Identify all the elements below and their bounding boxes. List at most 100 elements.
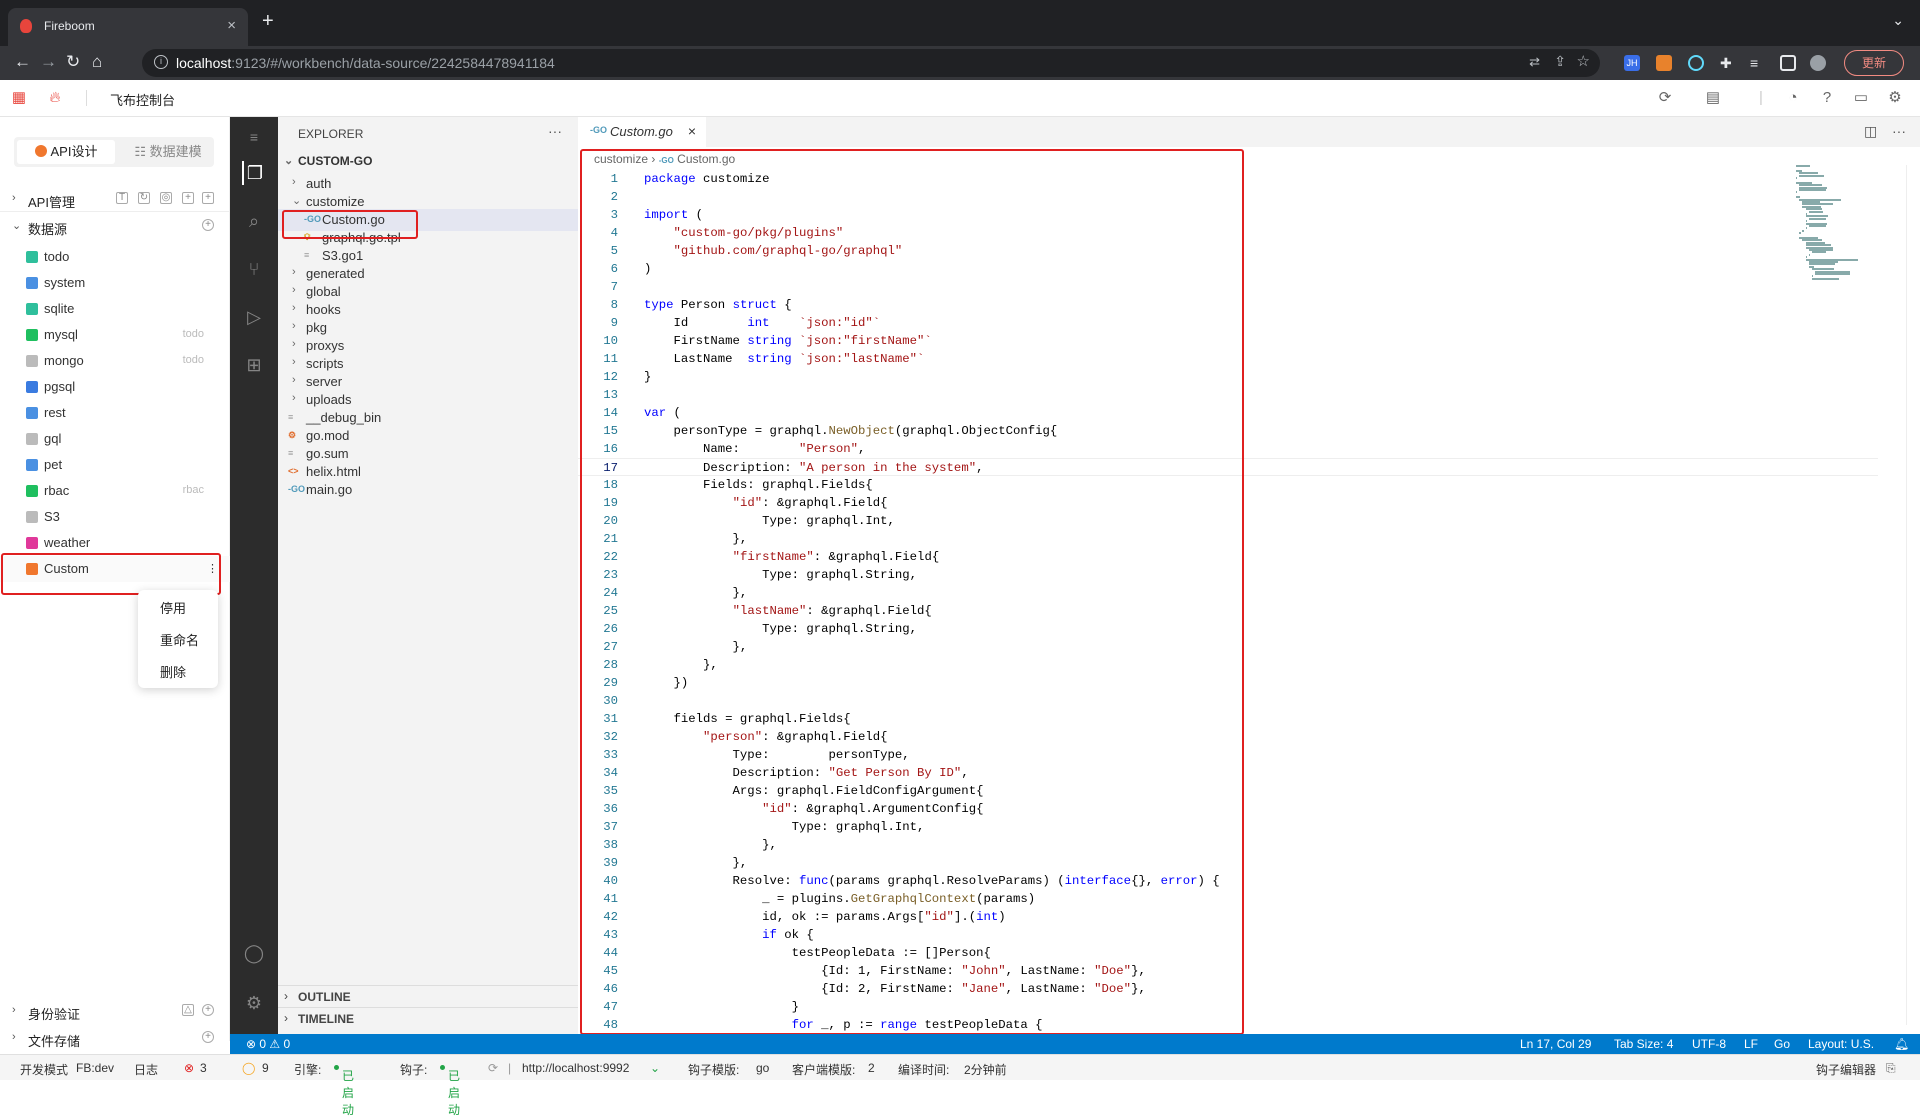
- ext-jh-icon[interactable]: JH: [1624, 55, 1640, 71]
- outline-section[interactable]: › OUTLINE: [278, 985, 578, 1007]
- filter-icon[interactable]: T: [116, 192, 128, 204]
- reading-list-icon[interactable]: ≡: [1750, 55, 1766, 71]
- hook-template-value[interactable]: go: [756, 1061, 769, 1075]
- section-datasource[interactable]: ⌄ 数据源 +: [0, 216, 230, 238]
- upload-icon[interactable]: △: [182, 1004, 194, 1016]
- settings-gear-icon[interactable]: ⚙: [1886, 89, 1904, 107]
- extensions-puzzle-icon[interactable]: ✚: [1720, 55, 1736, 71]
- side-panel-icon[interactable]: [1780, 55, 1796, 71]
- browser-tab[interactable]: Fireboom ×: [8, 8, 248, 46]
- back-icon[interactable]: ←: [14, 52, 31, 72]
- menu-item-delete[interactable]: 删除: [160, 662, 186, 681]
- error-count[interactable]: 3: [200, 1061, 207, 1075]
- refresh-icon[interactable]: ⟳: [1656, 89, 1674, 107]
- datasource-item-pet[interactable]: pet: [0, 452, 230, 478]
- file-main-go[interactable]: -GO main.go: [278, 479, 578, 501]
- extensions-icon[interactable]: ⊞: [242, 353, 266, 377]
- close-tab-icon[interactable]: ×: [227, 17, 236, 34]
- hook-editor-button[interactable]: 钩子编辑器: [1816, 1061, 1876, 1078]
- client-template-value[interactable]: 2: [868, 1061, 875, 1075]
- cursor-position[interactable]: Ln 17, Col 29: [1520, 1037, 1591, 1051]
- accounts-icon[interactable]: ◯: [242, 941, 266, 965]
- new-folder-icon[interactable]: +: [182, 192, 194, 204]
- manage-gear-icon[interactable]: ⚙: [242, 991, 266, 1015]
- add-storage-icon[interactable]: +: [202, 1031, 214, 1043]
- datasource-item-rbac[interactable]: rbac rbac: [0, 478, 230, 504]
- datasource-item-system[interactable]: system: [0, 270, 230, 296]
- encoding[interactable]: UTF-8: [1692, 1037, 1726, 1051]
- timeline-section[interactable]: › TIMELINE: [278, 1007, 578, 1029]
- menu-icon[interactable]: ≡: [242, 125, 266, 149]
- notifications-bell-icon[interactable]: 🔔︎: [1894, 1037, 1909, 1051]
- datasource-item-todo[interactable]: todo: [0, 244, 230, 270]
- hook-editor-icon[interactable]: ⎘: [1886, 1061, 1896, 1076]
- end-of-line[interactable]: LF: [1744, 1037, 1758, 1051]
- txt-file-icon: ≡: [288, 412, 294, 422]
- feedback-icon[interactable]: ▭: [1852, 89, 1870, 107]
- hook-url-dropdown-icon[interactable]: ⌄: [650, 1061, 660, 1075]
- add-auth-icon[interactable]: +: [202, 1004, 214, 1016]
- log-button[interactable]: 日志: [134, 1061, 158, 1078]
- share-icon[interactable]: ⇪: [1554, 53, 1566, 70]
- tab-size[interactable]: Tab Size: 4: [1614, 1037, 1673, 1051]
- github-icon[interactable]: ◔: [1784, 89, 1802, 107]
- datasource-item-mysql[interactable]: mysql todo: [0, 322, 230, 348]
- update-button[interactable]: 更新: [1844, 50, 1904, 76]
- search-icon[interactable]: ⌕: [242, 209, 266, 233]
- datasource-item-sqlite[interactable]: sqlite: [0, 296, 230, 322]
- reload-icon[interactable]: ↻: [66, 52, 80, 72]
- view-icon[interactable]: ◎: [160, 192, 172, 204]
- bookmark-star-icon[interactable]: ☆: [1577, 52, 1590, 70]
- menu-item-disable[interactable]: 停用: [160, 598, 186, 617]
- hook-refresh-icon[interactable]: ⟳: [488, 1061, 498, 1075]
- editor-scrollbar[interactable]: [1906, 165, 1916, 1025]
- tab-data-modeling[interactable]: ☷ 数据建模: [124, 140, 212, 164]
- language-mode[interactable]: Go: [1774, 1037, 1790, 1051]
- ext-react-icon[interactable]: [1688, 55, 1704, 71]
- editor-more-icon[interactable]: ···: [1892, 123, 1906, 139]
- problems-count[interactable]: ⊗ 0 ⚠ 0: [246, 1037, 290, 1051]
- hook-url[interactable]: http://localhost:9992: [522, 1061, 629, 1075]
- minimap[interactable]: [1796, 165, 1906, 285]
- editor-tab-custom-go[interactable]: -GO Custom.go ×: [578, 117, 706, 147]
- add-api-icon[interactable]: +: [202, 192, 214, 204]
- fireboom-favicon-icon: [20, 19, 32, 33]
- ext-metamask-icon[interactable]: [1656, 55, 1672, 71]
- home-icon[interactable]: ⌂: [92, 52, 102, 72]
- address-bar[interactable]: i localhost:9123/#/workbench/data-source…: [142, 49, 1600, 77]
- chevron-down-icon[interactable]: ⌄: [1892, 12, 1904, 29]
- apps-grid-icon[interactable]: ▦: [10, 89, 28, 107]
- run-debug-icon[interactable]: ▷: [242, 305, 266, 329]
- section-storage[interactable]: › 文件存储 +: [0, 1028, 230, 1050]
- explorer-files-icon[interactable]: ❐: [242, 161, 266, 185]
- warning-count[interactable]: 9: [262, 1061, 269, 1075]
- datasource-item-gql[interactable]: gql: [0, 426, 230, 452]
- more-actions-icon[interactable]: ···: [548, 123, 562, 139]
- refresh-small-icon[interactable]: ↻: [138, 192, 150, 204]
- datasource-item-mongo[interactable]: mongo todo: [0, 348, 230, 374]
- profile-avatar[interactable]: [1810, 55, 1826, 71]
- source-control-icon[interactable]: ⑂: [242, 257, 266, 281]
- datasource-item-pgsql[interactable]: pgsql: [0, 374, 230, 400]
- workspace-root[interactable]: ⌄ CUSTOM-GO: [278, 151, 578, 173]
- logs-icon[interactable]: ▤: [1704, 89, 1722, 107]
- txt-file-icon: ≡: [304, 250, 310, 260]
- keyboard-layout[interactable]: Layout: U.S.: [1808, 1037, 1874, 1051]
- tab-api-design[interactable]: API设计: [17, 140, 115, 164]
- datasource-item-rest[interactable]: rest: [0, 400, 230, 426]
- close-icon[interactable]: ×: [688, 123, 696, 139]
- split-editor-icon[interactable]: ◫: [1864, 123, 1877, 140]
- datasource-item-s3[interactable]: S3: [0, 504, 230, 530]
- site-info-icon[interactable]: i: [154, 55, 168, 69]
- translate-icon[interactable]: ⇄: [1529, 54, 1540, 70]
- help-icon[interactable]: ?: [1818, 89, 1836, 107]
- new-tab-button[interactable]: +: [262, 10, 274, 33]
- minimap-line: [1812, 251, 1827, 254]
- chevron-right-icon: ›: [292, 266, 296, 278]
- menu-item-rename[interactable]: 重命名: [160, 630, 199, 649]
- section-api-management[interactable]: › API管理 T ↻ ◎ + +: [0, 189, 230, 211]
- section-auth[interactable]: › 身份验证 △ +: [0, 1001, 230, 1023]
- add-datasource-icon[interactable]: +: [202, 219, 214, 231]
- hook-status: 已启动: [440, 1061, 460, 1117]
- forward-icon[interactable]: →: [40, 52, 57, 72]
